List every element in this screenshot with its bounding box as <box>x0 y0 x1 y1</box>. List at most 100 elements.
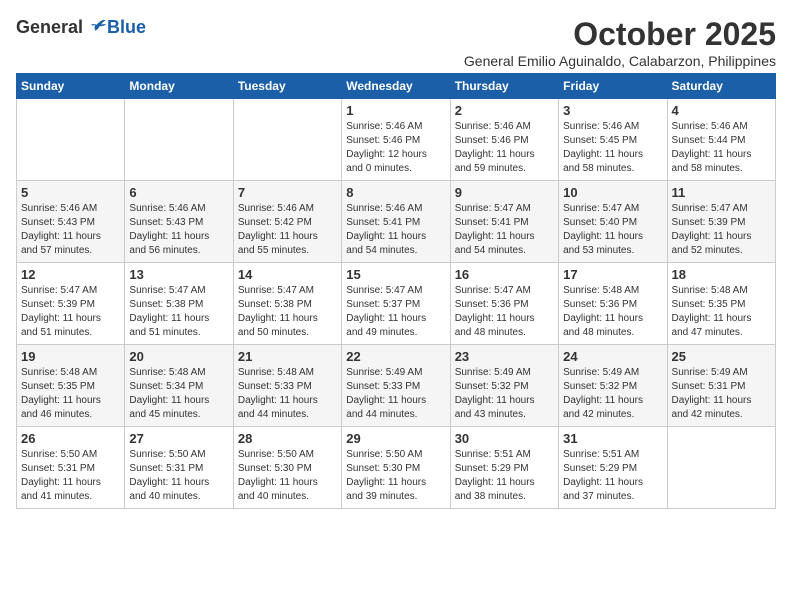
day-number: 18 <box>672 267 771 282</box>
weekday-header-saturday: Saturday <box>667 74 775 99</box>
day-info: Sunrise: 5:46 AMSunset: 5:43 PMDaylight:… <box>21 202 120 258</box>
day-number: 6 <box>129 185 228 200</box>
calendar-cell: 21 Sunrise: 5:48 AMSunset: 5:33 PMDayligh… <box>233 345 341 427</box>
day-info: Sunrise: 5:47 AMSunset: 5:39 PMDaylight:… <box>672 202 771 258</box>
calendar-cell: 20Sunrise: 5:48 AMSunset: 5:34 PMDayligh… <box>125 345 233 427</box>
header: General Blue October 2025 General Emilio… <box>16 16 776 69</box>
day-info: Sunrise: 5:48 AMSunset: 5:35 PMDaylight:… <box>672 284 771 340</box>
day-number: 14 <box>238 267 337 282</box>
day-info: Sunrise: 5:46 AMSunset: 5:46 PMDaylight:… <box>346 120 445 176</box>
calendar-cell: 4 Sunrise: 5:46 AMSunset: 5:44 PMDaylight… <box>667 99 775 181</box>
day-number: 28 <box>238 431 337 446</box>
day-number: 16 <box>455 267 554 282</box>
day-number: 9 <box>455 185 554 200</box>
day-number: 29 <box>346 431 445 446</box>
day-info: Sunrise: 5:50 AMSunset: 5:31 PMDaylight:… <box>21 448 120 504</box>
calendar-cell: 29 Sunrise: 5:50 AMSunset: 5:30 PMDayligh… <box>342 427 450 509</box>
logo-bird-icon <box>85 16 107 38</box>
day-number: 12 <box>21 267 120 282</box>
weekday-header-friday: Friday <box>559 74 667 99</box>
weekday-header-tuesday: Tuesday <box>233 74 341 99</box>
calendar-cell: 11 Sunrise: 5:47 AMSunset: 5:39 PMDayligh… <box>667 181 775 263</box>
calendar-cell: 24Sunrise: 5:49 AMSunset: 5:32 PMDayligh… <box>559 345 667 427</box>
calendar: SundayMondayTuesdayWednesdayThursdayFrid… <box>16 73 776 509</box>
day-number: 27 <box>129 431 228 446</box>
calendar-cell: 23 Sunrise: 5:49 AMSunset: 5:32 PMDayligh… <box>450 345 558 427</box>
weekday-header-sunday: Sunday <box>17 74 125 99</box>
day-info: Sunrise: 5:47 AMSunset: 5:37 PMDaylight:… <box>346 284 445 340</box>
day-number: 11 <box>672 185 771 200</box>
day-info: Sunrise: 5:48 AMSunset: 5:33 PMDaylight:… <box>238 366 337 422</box>
day-info: Sunrise: 5:50 AMSunset: 5:31 PMDaylight:… <box>129 448 228 504</box>
day-number: 19 <box>21 349 120 364</box>
logo: General Blue <box>16 16 146 38</box>
calendar-cell: 5 Sunrise: 5:46 AMSunset: 5:43 PMDaylight… <box>17 181 125 263</box>
day-info: Sunrise: 5:48 AMSunset: 5:35 PMDaylight:… <box>21 366 120 422</box>
calendar-cell <box>125 99 233 181</box>
day-number: 5 <box>21 185 120 200</box>
day-number: 10 <box>563 185 662 200</box>
calendar-cell: 8Sunrise: 5:46 AMSunset: 5:41 PMDaylight… <box>342 181 450 263</box>
day-number: 24 <box>563 349 662 364</box>
day-info: Sunrise: 5:47 AMSunset: 5:40 PMDaylight:… <box>563 202 662 258</box>
day-info: Sunrise: 5:47 AMSunset: 5:38 PMDaylight:… <box>238 284 337 340</box>
day-info: Sunrise: 5:46 AMSunset: 5:45 PMDaylight:… <box>563 120 662 176</box>
calendar-cell: 30 Sunrise: 5:51 AMSunset: 5:29 PMDayligh… <box>450 427 558 509</box>
weekday-header-row: SundayMondayTuesdayWednesdayThursdayFrid… <box>17 74 776 99</box>
day-number: 4 <box>672 103 771 118</box>
calendar-cell: 27 Sunrise: 5:50 AMSunset: 5:31 PMDayligh… <box>125 427 233 509</box>
calendar-cell: 18 Sunrise: 5:48 AMSunset: 5:35 PMDayligh… <box>667 263 775 345</box>
day-number: 26 <box>21 431 120 446</box>
day-number: 25 <box>672 349 771 364</box>
day-info: Sunrise: 5:46 AMSunset: 5:44 PMDaylight:… <box>672 120 771 176</box>
day-number: 31 <box>563 431 662 446</box>
day-info: Sunrise: 5:51 AMSunset: 5:29 PMDaylight:… <box>455 448 554 504</box>
day-number: 23 <box>455 349 554 364</box>
day-info: Sunrise: 5:47 AMSunset: 5:39 PMDaylight:… <box>21 284 120 340</box>
calendar-cell: 12 Sunrise: 5:47 AMSunset: 5:39 PMDayligh… <box>17 263 125 345</box>
weekday-header-thursday: Thursday <box>450 74 558 99</box>
day-info: Sunrise: 5:50 AMSunset: 5:30 PMDaylight:… <box>346 448 445 504</box>
day-info: Sunrise: 5:49 AMSunset: 5:32 PMDaylight:… <box>455 366 554 422</box>
logo-general-text: General <box>16 17 83 38</box>
calendar-cell: 16 Sunrise: 5:47 AMSunset: 5:36 PMDayligh… <box>450 263 558 345</box>
day-info: Sunrise: 5:50 AMSunset: 5:30 PMDaylight:… <box>238 448 337 504</box>
calendar-week-3: 12 Sunrise: 5:47 AMSunset: 5:39 PMDayligh… <box>17 263 776 345</box>
day-number: 3 <box>563 103 662 118</box>
calendar-cell: 28 Sunrise: 5:50 AMSunset: 5:30 PMDayligh… <box>233 427 341 509</box>
calendar-cell: 15 Sunrise: 5:47 AMSunset: 5:37 PMDayligh… <box>342 263 450 345</box>
calendar-cell: 10 Sunrise: 5:47 AMSunset: 5:40 PMDayligh… <box>559 181 667 263</box>
day-number: 30 <box>455 431 554 446</box>
day-info: Sunrise: 5:47 AMSunset: 5:36 PMDaylight:… <box>455 284 554 340</box>
day-number: 15 <box>346 267 445 282</box>
day-info: Sunrise: 5:48 AMSunset: 5:36 PMDaylight:… <box>563 284 662 340</box>
calendar-cell: 19 Sunrise: 5:48 AMSunset: 5:35 PMDayligh… <box>17 345 125 427</box>
day-number: 13 <box>129 267 228 282</box>
day-number: 21 <box>238 349 337 364</box>
calendar-week-1: 1 Sunrise: 5:46 AMSunset: 5:46 PMDaylight… <box>17 99 776 181</box>
day-info: Sunrise: 5:46 AMSunset: 5:46 PMDaylight:… <box>455 120 554 176</box>
calendar-cell: 3 Sunrise: 5:46 AMSunset: 5:45 PMDaylight… <box>559 99 667 181</box>
calendar-cell: 25 Sunrise: 5:49 AMSunset: 5:31 PMDayligh… <box>667 345 775 427</box>
calendar-cell: 7Sunrise: 5:46 AMSunset: 5:42 PMDaylight… <box>233 181 341 263</box>
day-info: Sunrise: 5:49 AMSunset: 5:31 PMDaylight:… <box>672 366 771 422</box>
calendar-week-5: 26 Sunrise: 5:50 AMSunset: 5:31 PMDayligh… <box>17 427 776 509</box>
calendar-cell <box>17 99 125 181</box>
weekday-header-monday: Monday <box>125 74 233 99</box>
day-number: 1 <box>346 103 445 118</box>
calendar-week-4: 19 Sunrise: 5:48 AMSunset: 5:35 PMDayligh… <box>17 345 776 427</box>
calendar-cell: 31Sunrise: 5:51 AMSunset: 5:29 PMDayligh… <box>559 427 667 509</box>
calendar-cell: 9Sunrise: 5:47 AMSunset: 5:41 PMDaylight… <box>450 181 558 263</box>
calendar-week-2: 5 Sunrise: 5:46 AMSunset: 5:43 PMDaylight… <box>17 181 776 263</box>
day-info: Sunrise: 5:46 AMSunset: 5:42 PMDaylight:… <box>238 202 337 258</box>
calendar-cell: 26 Sunrise: 5:50 AMSunset: 5:31 PMDayligh… <box>17 427 125 509</box>
calendar-cell: 14 Sunrise: 5:47 AMSunset: 5:38 PMDayligh… <box>233 263 341 345</box>
day-number: 17 <box>563 267 662 282</box>
day-number: 8 <box>346 185 445 200</box>
day-number: 20 <box>129 349 228 364</box>
title-area: October 2025 General Emilio Aguinaldo, C… <box>464 16 776 69</box>
calendar-cell: 2Sunrise: 5:46 AMSunset: 5:46 PMDaylight… <box>450 99 558 181</box>
calendar-cell <box>233 99 341 181</box>
calendar-cell: 6Sunrise: 5:46 AMSunset: 5:43 PMDaylight… <box>125 181 233 263</box>
calendar-cell: 17 Sunrise: 5:48 AMSunset: 5:36 PMDayligh… <box>559 263 667 345</box>
